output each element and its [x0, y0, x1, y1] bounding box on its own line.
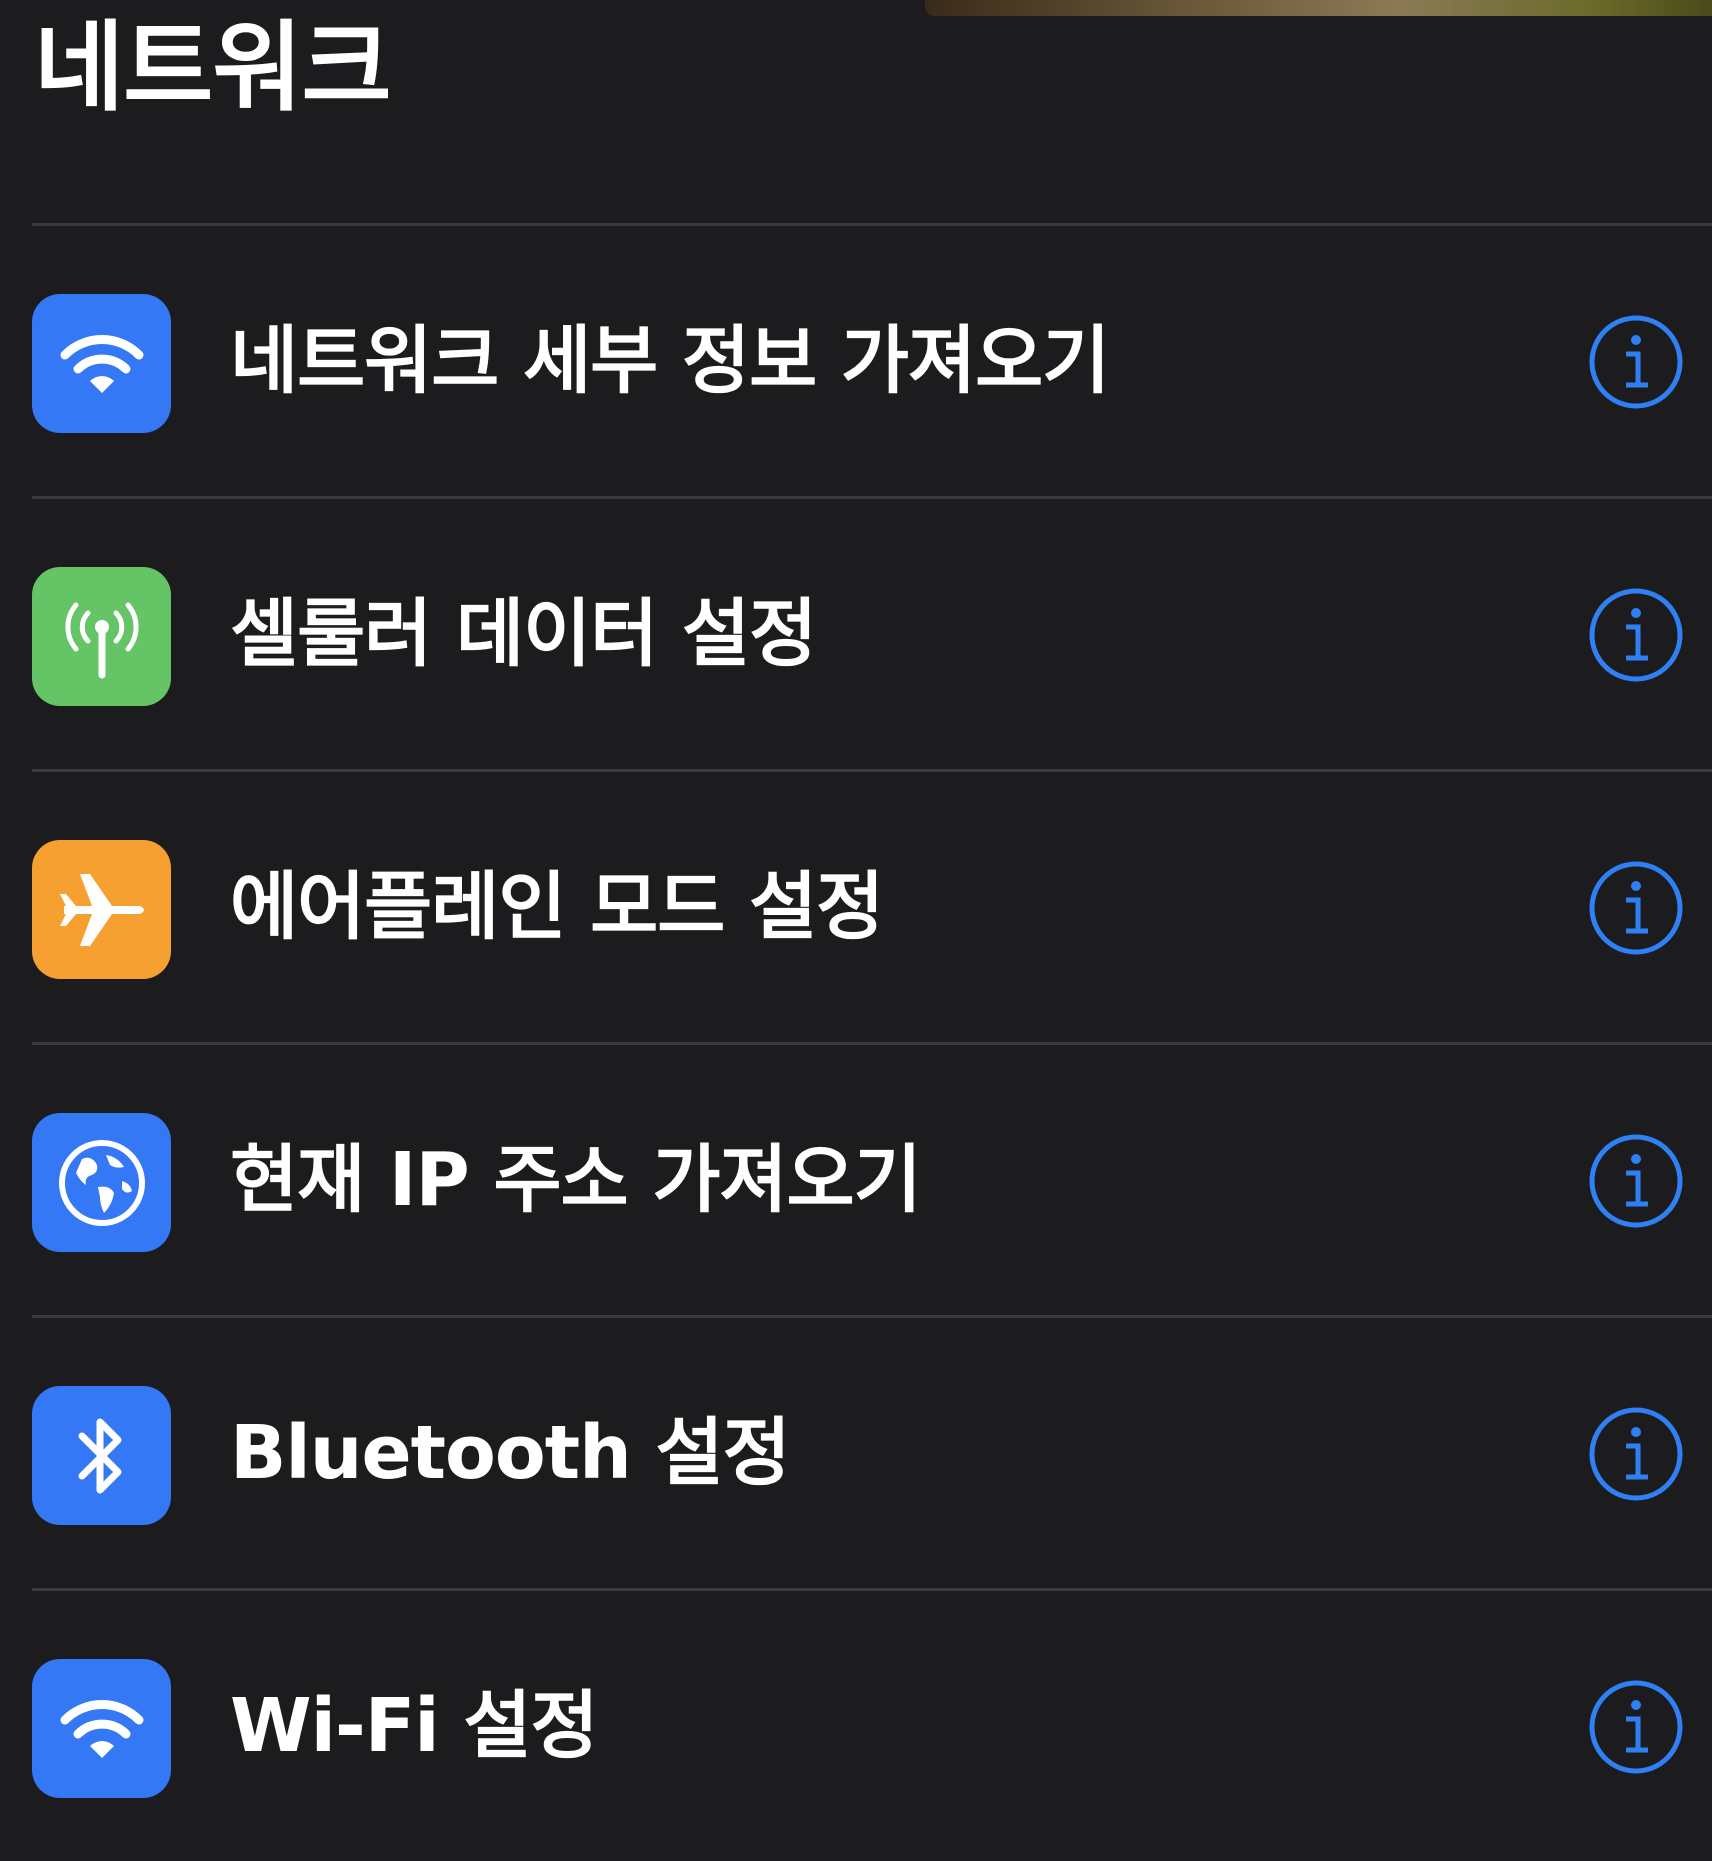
info-icon: [1589, 1134, 1683, 1228]
info-icon: [1589, 861, 1683, 955]
list-item-bluetooth[interactable]: Bluetooth 설정: [0, 1318, 1712, 1588]
item-label: 셀룰러 데이터 설정: [230, 591, 817, 677]
list-item-wifi[interactable]: Wi-Fi 설정: [0, 1591, 1712, 1861]
info-button[interactable]: [1588, 1406, 1684, 1502]
item-label: 에어플레인 모드 설정: [230, 864, 884, 950]
info-button[interactable]: [1588, 314, 1684, 410]
wifi-icon: [32, 1659, 171, 1798]
info-icon: [1589, 1407, 1683, 1501]
antenna-icon: [32, 567, 171, 706]
background-image-strip: [925, 0, 1712, 16]
globe-icon: [32, 1113, 171, 1252]
shortcut-list: 네트워크 세부 정보 가져오기 셀룰러 데이터 설정 에어플레인 모드 설정 현…: [0, 223, 1712, 1861]
item-label: Wi-Fi 설정: [230, 1683, 599, 1769]
info-icon: [1589, 1680, 1683, 1774]
list-item-airplane-mode[interactable]: 에어플레인 모드 설정: [0, 772, 1712, 1042]
airplane-icon: [32, 840, 171, 979]
info-icon: [1589, 315, 1683, 409]
list-item-cellular-data[interactable]: 셀룰러 데이터 설정: [0, 499, 1712, 769]
info-button[interactable]: [1588, 860, 1684, 956]
info-button[interactable]: [1588, 1133, 1684, 1229]
wifi-icon: [32, 294, 171, 433]
info-button[interactable]: [1588, 587, 1684, 683]
list-item-current-ip[interactable]: 현재 IP 주소 가져오기: [0, 1045, 1712, 1315]
list-item-network-details[interactable]: 네트워크 세부 정보 가져오기: [0, 226, 1712, 496]
item-label: 현재 IP 주소 가져오기: [230, 1137, 922, 1223]
item-label: Bluetooth 설정: [230, 1410, 791, 1496]
item-label: 네트워크 세부 정보 가져오기: [230, 318, 1110, 404]
info-icon: [1589, 588, 1683, 682]
bluetooth-icon: [32, 1386, 171, 1525]
info-button[interactable]: [1588, 1679, 1684, 1775]
page-title: 네트워크: [34, 11, 392, 125]
